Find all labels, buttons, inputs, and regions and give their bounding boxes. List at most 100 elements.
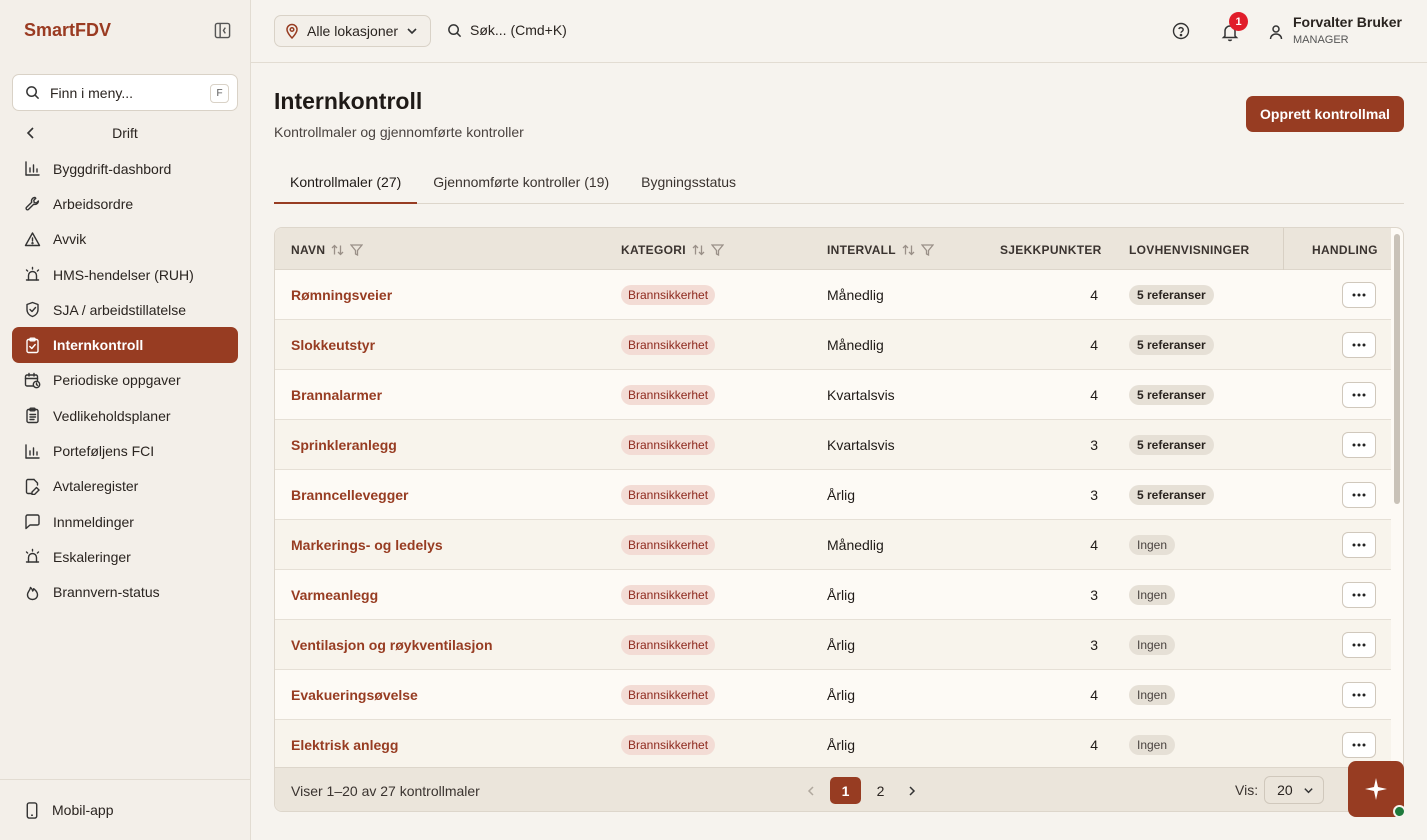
- row-actions-button[interactable]: [1342, 582, 1376, 608]
- filter-icon[interactable]: [920, 244, 934, 256]
- sidebar-item-file-edit-9[interactable]: Avtaleregister: [12, 469, 238, 504]
- interval-value: Årlig: [827, 687, 856, 703]
- filter-icon[interactable]: [350, 244, 364, 256]
- table-row[interactable]: Rømningsveier Brannsikkerhet Månedlig 4 5 re…: [275, 270, 1391, 320]
- row-actions-button[interactable]: [1342, 382, 1376, 408]
- more-horizontal-icon: [1352, 343, 1366, 347]
- siren-icon: [25, 266, 40, 281]
- warning-icon: [24, 232, 41, 246]
- location-select[interactable]: Alle lokasjoner: [274, 15, 431, 47]
- template-name-link[interactable]: Markerings- og ledelys: [291, 537, 443, 553]
- row-actions-button[interactable]: [1342, 332, 1376, 358]
- row-actions-button[interactable]: [1342, 682, 1376, 708]
- sort-icon[interactable]: [902, 244, 915, 256]
- sidebar-item-calendar-clock-6[interactable]: Periodiske oppgaver: [12, 363, 238, 398]
- interval-value: Årlig: [827, 737, 856, 753]
- table-row[interactable]: Brannalarmer Brannsikkerhet Kvartalsvis 4 5 …: [275, 370, 1391, 420]
- tab-building-status[interactable]: Bygningsstatus: [625, 166, 752, 203]
- col-name[interactable]: NAVN: [291, 243, 364, 257]
- user-menu[interactable]: Forvalter Bruker MANAGER: [1269, 14, 1402, 46]
- template-name-link[interactable]: Evakueringsøvelse: [291, 687, 418, 703]
- page-2-button[interactable]: 2: [865, 777, 896, 804]
- clipboard-check-icon: [26, 337, 39, 353]
- template-name-link[interactable]: Brannalarmer: [291, 387, 382, 403]
- sidebar-item-bar-chart-0[interactable]: Byggdrift-dashbord: [12, 151, 238, 186]
- global-search-input[interactable]: Søk... (Cmd+K): [447, 22, 567, 38]
- table-row[interactable]: Varmeanlegg Brannsikkerhet Årlig 3 Ingen: [275, 570, 1391, 620]
- bar-chart-icon: [25, 443, 40, 459]
- table-row[interactable]: Markerings- og ledelys Brannsikkerhet Måne…: [275, 520, 1391, 570]
- user-icon: [1269, 25, 1283, 40]
- sidebar-item-flame-12[interactable]: Brannvern-status: [12, 575, 238, 610]
- table-row[interactable]: Sprinkleranlegg Brannsikkerhet Kvartalsvis…: [275, 420, 1391, 470]
- row-actions-button[interactable]: [1342, 282, 1376, 308]
- page-1-button[interactable]: 1: [830, 777, 861, 804]
- chevron-left-icon: [807, 785, 814, 796]
- sidebar-item-siren-3[interactable]: HMS-hendelser (RUH): [12, 257, 238, 292]
- section-header: Drift: [24, 122, 226, 144]
- template-name-link[interactable]: Varmeanlegg: [291, 587, 378, 603]
- template-name-link[interactable]: Branncellevegger: [291, 487, 409, 503]
- sidebar-item-label: Porteføljens FCI: [53, 443, 155, 460]
- tab-completed-controls[interactable]: Gjennomførte kontroller (19): [417, 166, 625, 203]
- brand-logo[interactable]: SmartFDV: [24, 20, 111, 41]
- filter-icon[interactable]: [710, 244, 724, 256]
- sidebar-item-clipboard-list-7[interactable]: Vedlikeholdsplaner: [12, 398, 238, 433]
- row-actions-button[interactable]: [1342, 432, 1376, 458]
- row-actions-button[interactable]: [1342, 482, 1376, 508]
- table-scrollbar[interactable]: [1394, 234, 1400, 504]
- col-action-label: HANDLING: [1312, 243, 1378, 257]
- tab-templates[interactable]: Kontrollmaler (27): [274, 166, 418, 204]
- online-indicator: [1393, 805, 1406, 818]
- template-name-link[interactable]: Elektrisk anlegg: [291, 737, 398, 753]
- per-page-select[interactable]: 20: [1264, 776, 1325, 804]
- checkpoint-count: 4: [1090, 687, 1098, 703]
- template-name-link[interactable]: Sprinkleranlegg: [291, 437, 397, 453]
- table-row[interactable]: Branncellevegger Brannsikkerhet Årlig 3 5 re…: [275, 470, 1391, 520]
- sidebar-item-label: Avvik: [53, 231, 87, 248]
- per-page-control: Vis: 20: [1235, 776, 1325, 804]
- template-name-link[interactable]: Slokkeutstyr: [291, 337, 375, 353]
- sidebar-collapse-icon[interactable]: [214, 22, 231, 39]
- help-icon[interactable]: [1172, 22, 1190, 40]
- menu-search-input[interactable]: Finn i meny... F: [12, 74, 238, 111]
- page-title: Internkontroll: [274, 88, 423, 114]
- sidebar-item-siren-11[interactable]: Eskaleringer: [12, 539, 238, 574]
- law-reference-badge: Ingen: [1129, 735, 1176, 755]
- table-row[interactable]: Elektrisk anlegg Brannsikkerhet Årlig 4 Inge…: [275, 720, 1391, 767]
- mobile-app-link[interactable]: Mobil-app: [0, 779, 251, 840]
- sidebar-item-label: Eskaleringer: [53, 548, 131, 565]
- sidebar-item-clipboard-check-5[interactable]: Internkontroll: [12, 327, 238, 363]
- table-row[interactable]: Ventilasjon og røykventilasjon Brannsikke…: [275, 620, 1391, 670]
- create-template-button[interactable]: Opprett kontrollmal: [1246, 96, 1404, 132]
- prev-page-button[interactable]: [795, 777, 826, 804]
- row-actions-button[interactable]: [1342, 632, 1376, 658]
- table-row[interactable]: Evakueringsøvelse Brannsikkerhet Årlig 4 Ing…: [275, 670, 1391, 720]
- sidebar-item-shield-check-4[interactable]: SJA / arbeidstillatelse: [12, 292, 238, 327]
- template-name-link[interactable]: Ventilasjon og røykventilasjon: [291, 637, 493, 653]
- sort-icon[interactable]: [692, 244, 705, 256]
- sidebar-item-label: Byggdrift-dashbord: [53, 160, 172, 177]
- row-actions-button[interactable]: [1342, 532, 1376, 558]
- sidebar-item-message-square-10[interactable]: Innmeldinger: [12, 504, 238, 539]
- template-name-link[interactable]: Rømningsveier: [291, 287, 392, 303]
- category-badge: Brannsikkerhet: [621, 385, 716, 405]
- sort-icon[interactable]: [331, 244, 344, 256]
- sidebar-item-wrench-1[interactable]: Arbeidsordre: [12, 186, 238, 221]
- row-actions-button[interactable]: [1342, 732, 1376, 758]
- next-page-button[interactable]: [896, 777, 927, 804]
- sidebar-item-warning-2[interactable]: Avvik: [12, 222, 238, 257]
- col-name-label: NAVN: [291, 243, 326, 257]
- page-subtitle: Kontrollmaler og gjennomførte kontroller: [274, 124, 524, 140]
- checkpoint-count: 4: [1090, 337, 1098, 353]
- table-row[interactable]: Slokkeutstyr Brannsikkerhet Månedlig 4 5 ref…: [275, 320, 1391, 370]
- col-interval[interactable]: INTERVALL: [827, 243, 934, 257]
- user-name: Forvalter Bruker: [1293, 14, 1402, 30]
- sidebar: SmartFDV Finn i meny... F Drift Byggdrif…: [0, 0, 251, 840]
- calendar-clock-icon: [24, 372, 41, 389]
- sidebar-item-label: Brannvern-status: [53, 584, 160, 601]
- sidebar-item-label: Periodiske oppgaver: [53, 372, 181, 389]
- col-category[interactable]: KATEGORI: [621, 243, 724, 257]
- col-action: HANDLING: [1312, 243, 1378, 257]
- sidebar-item-bar-chart-8[interactable]: Porteføljens FCI: [12, 433, 238, 468]
